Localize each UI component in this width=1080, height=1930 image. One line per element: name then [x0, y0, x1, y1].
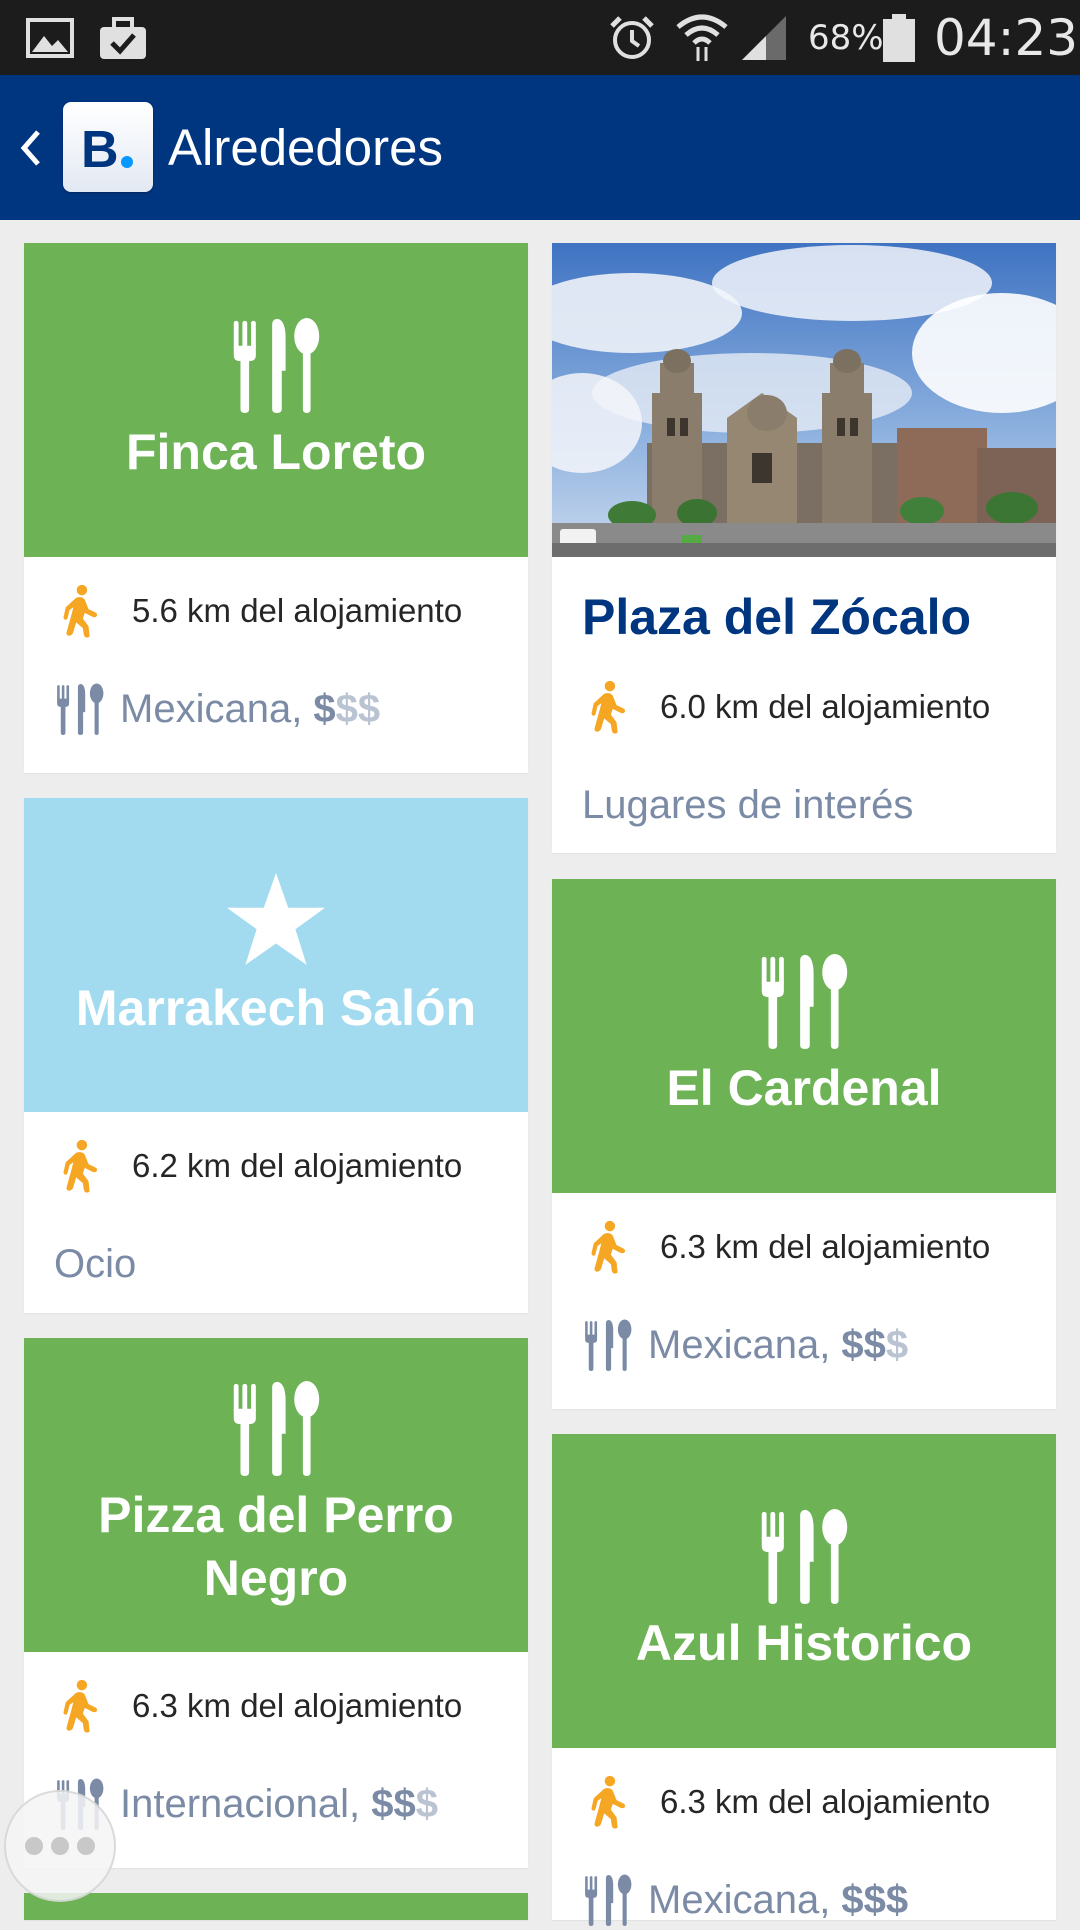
distance-text: 5.6 km del alojamiento — [132, 592, 463, 629]
distance-row: 5.6 km del alojamiento — [24, 583, 462, 639]
cutlery-small-icon — [582, 1319, 634, 1371]
walking-icon — [589, 1220, 627, 1274]
category-row: Mexicana, $$$ — [552, 1870, 908, 1930]
card-header: El Cardenal — [552, 879, 1056, 1193]
cutlery-small-icon — [582, 1874, 634, 1926]
card-header: Azul Historico — [552, 1434, 1056, 1748]
clock: 04:23 — [934, 8, 1079, 67]
price-active: $$$ — [841, 1877, 909, 1922]
cutlery-icon — [754, 953, 854, 1049]
price-active: $$ — [841, 1322, 886, 1367]
floating-menu-button[interactable] — [4, 1790, 116, 1902]
distance-row: 6.3 km del alojamiento — [552, 1774, 990, 1830]
distance-text: 6.0 km del alojamiento — [660, 688, 991, 725]
back-button[interactable] — [10, 75, 50, 220]
category-row: Mexicana, $$$ — [24, 679, 380, 739]
signal-icon — [740, 0, 788, 75]
card-header — [24, 1893, 528, 1920]
cutlery-small-icon — [54, 683, 106, 735]
place-card-azul-historico[interactable]: Azul Historico 6.3 km del alojamiento Me… — [552, 1434, 1056, 1920]
gallery-icon — [26, 0, 74, 75]
card-header: Pizza del Perro Negro — [24, 1338, 528, 1652]
booking-logo[interactable]: B — [63, 102, 153, 192]
distance-text: 6.3 km del alojamiento — [132, 1687, 463, 1724]
alarm-icon — [608, 0, 656, 75]
card-header: Finca Loreto — [24, 243, 528, 557]
walking-icon — [589, 680, 627, 734]
place-name: Marrakech Salón — [75, 979, 477, 1036]
place-name: El Cardenal — [666, 1059, 942, 1116]
price-inactive: $ — [415, 1781, 439, 1826]
booking-logo-icon: B — [81, 122, 133, 172]
card-header: Marrakech Salón — [24, 798, 528, 1112]
distance-text: 6.3 km del alojamiento — [660, 1783, 991, 1820]
cutlery-icon — [226, 1380, 326, 1476]
status-bar: 68% 04:23 — [0, 0, 1080, 75]
star-icon — [227, 872, 325, 965]
wifi-icon — [676, 0, 728, 75]
walking-icon — [61, 1679, 99, 1733]
battery-icon — [882, 0, 916, 75]
more-dots-icon — [25, 1837, 43, 1855]
price-active: $ — [313, 686, 336, 731]
category-row: Lugares de interés — [552, 775, 913, 835]
cathedral-photo — [552, 243, 1056, 557]
category-text: Lugares de interés — [582, 782, 914, 827]
place-name: Pizza del Perro Negro — [98, 1487, 454, 1606]
category-text: Mexicana, $$$ — [648, 1877, 909, 1922]
distance-row: 6.2 km del alojamiento — [24, 1138, 462, 1194]
briefcase-check-icon — [98, 0, 148, 75]
category-row: Ocio — [24, 1234, 136, 1294]
more-dot — [77, 1837, 95, 1855]
chevron-left-icon — [20, 129, 40, 166]
distance-text: 6.3 km del alojamiento — [660, 1228, 991, 1265]
place-card-pizza-del-perro-negro[interactable]: Pizza del Perro Negro 6.3 km del alojami… — [24, 1338, 528, 1868]
distance-row: 6.3 km del alojamiento — [552, 1219, 990, 1275]
walking-icon — [61, 584, 99, 638]
distance-text: 6.2 km del alojamiento — [132, 1147, 463, 1184]
category-text: Mexicana, $$$ — [120, 686, 381, 731]
place-card-marrakech-salon[interactable]: Marrakech Salón 6.2 km del alojamiento O… — [24, 798, 528, 1313]
place-name: Plaza del Zócalo — [582, 589, 972, 645]
place-card-partial[interactable] — [24, 1893, 528, 1920]
walking-icon — [61, 1139, 99, 1193]
place-card-plaza-del-zocalo[interactable]: Plaza del Zócalo 6.0 km del alojamiento … — [552, 243, 1056, 853]
place-name: Azul Historico — [635, 1614, 973, 1671]
battery-percent: 68% — [808, 17, 884, 58]
place-card-finca-loreto[interactable]: Finca Loreto 5.6 km del alojamiento Mexi… — [24, 243, 528, 773]
distance-row: 6.3 km del alojamiento — [24, 1678, 462, 1734]
svg-text:B: B — [81, 122, 119, 172]
walking-icon — [589, 1775, 627, 1829]
cutlery-icon — [754, 1508, 854, 1604]
distance-row: 6.0 km del alojamiento — [552, 679, 990, 735]
place-card-el-cardenal[interactable]: El Cardenal 6.3 km del alojamiento Mexic… — [552, 879, 1056, 1409]
price-inactive: $ — [885, 1322, 909, 1367]
category-text: Internacional, $$$ — [120, 1781, 439, 1826]
price-inactive: $$ — [335, 686, 381, 731]
category-text: Mexicana, $$$ — [648, 1322, 909, 1367]
app-bar: B Alrededores — [0, 75, 1080, 220]
page-title: Alrededores — [168, 119, 443, 176]
more-dot — [51, 1837, 69, 1855]
category-text: Ocio — [54, 1241, 137, 1286]
category-row: Mexicana, $$$ — [552, 1315, 908, 1375]
place-name: Finca Loreto — [125, 423, 427, 480]
cutlery-icon — [226, 317, 326, 413]
card-header-photo — [552, 243, 1056, 557]
price-active: $$ — [371, 1781, 416, 1826]
